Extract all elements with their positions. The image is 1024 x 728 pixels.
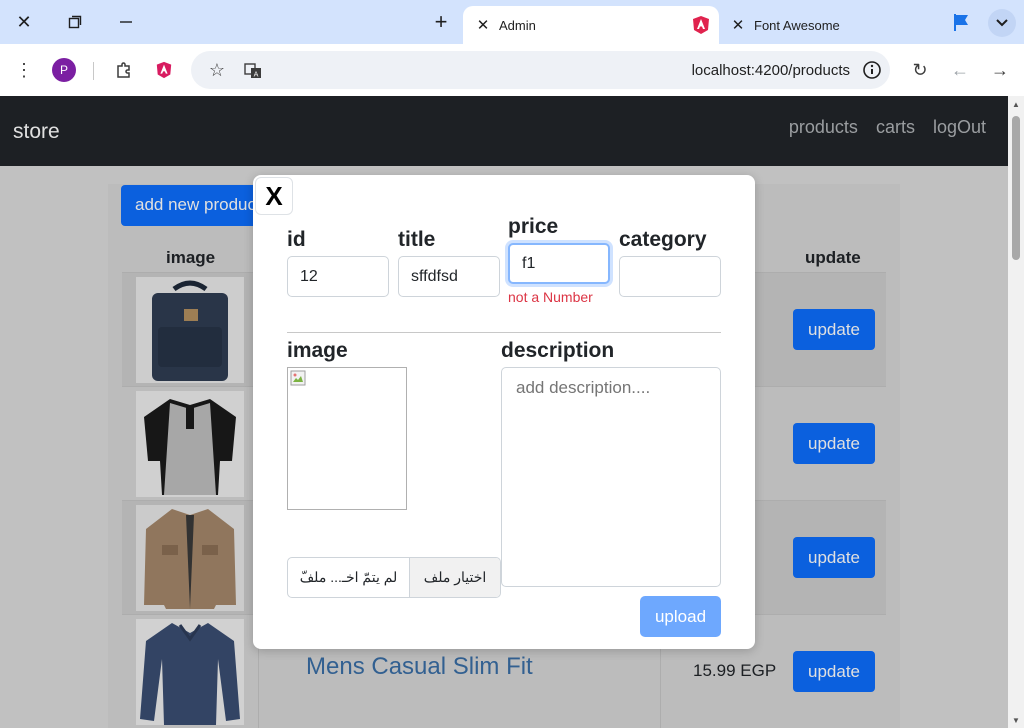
choose-file-button[interactable]: اختيار ملف [409,558,500,597]
category-field[interactable] [619,256,721,297]
plus-icon[interactable]: + [428,9,454,34]
category-label: category [619,228,707,251]
description-field[interactable] [501,367,721,587]
form-divider [287,332,721,333]
file-input[interactable]: لم يتمّ اخـ... ملفّ اختيار ملف [287,557,501,598]
translate-icon[interactable]: A [241,58,265,82]
id-label: id [287,228,306,251]
close-modal-button[interactable]: X [255,177,293,215]
star-icon[interactable]: ☆ [205,58,229,82]
flag-icon[interactable] [950,12,974,32]
close-icon[interactable]: ✕ [12,10,36,34]
title-field[interactable] [398,256,500,297]
browser-tab-bar: ✕ + ✕ Admin ✕ Font Awesome [0,0,1024,44]
address-bar[interactable]: ☆ A localhost:4200/products [191,51,890,89]
id-field[interactable] [287,256,389,297]
broken-image-icon [290,370,306,386]
toolbar-divider [93,62,94,80]
restore-icon[interactable] [63,10,87,34]
chevron-down-icon[interactable] [988,9,1016,37]
file-name-text: لم يتمّ اخـ... ملفّ [299,569,398,585]
image-label: image [287,339,348,362]
angular-icon [693,16,709,34]
minimize-icon[interactable] [114,10,138,34]
scroll-down-icon[interactable]: ▼ [1012,716,1020,725]
scroll-thumb[interactable] [1012,116,1020,260]
tab-title: Admin [499,17,536,33]
description-label: description [501,339,615,362]
info-icon[interactable] [862,60,882,80]
forward-arrow-icon[interactable]: → [988,58,1012,82]
tab-font-awesome[interactable]: ✕ Font Awesome [722,6,942,44]
image-preview [287,367,407,510]
svg-text:A: A [254,71,259,79]
price-field[interactable] [508,243,610,284]
title-label: title [398,228,436,251]
puzzle-icon[interactable] [112,58,136,82]
tab-title: Font Awesome [754,17,840,33]
close-icon[interactable]: ✕ [473,16,493,34]
scroll-up-icon[interactable]: ▲ [1012,100,1020,109]
close-icon[interactable]: ✕ [728,16,748,34]
price-error-message: not a Number [508,289,593,305]
avatar[interactable]: P [52,58,76,82]
edit-product-modal: X id title price not a Number category i… [253,175,755,649]
upload-button[interactable]: upload [640,596,721,637]
page-scrollbar[interactable]: ▲ ▼ [1008,96,1024,728]
more-vert-icon[interactable]: ⋮ [12,58,36,82]
angular-icon[interactable] [152,58,176,82]
back-arrow-icon[interactable]: ← [948,58,972,82]
reload-icon[interactable]: ↻ [908,58,932,82]
tab-admin[interactable]: ✕ Admin [463,6,719,44]
price-label: price [508,215,559,238]
browser-toolbar: ⋮ P ☆ A localhost:4200/products ↻ ← → [0,44,1024,96]
url-text: localhost:4200/products [691,62,850,79]
